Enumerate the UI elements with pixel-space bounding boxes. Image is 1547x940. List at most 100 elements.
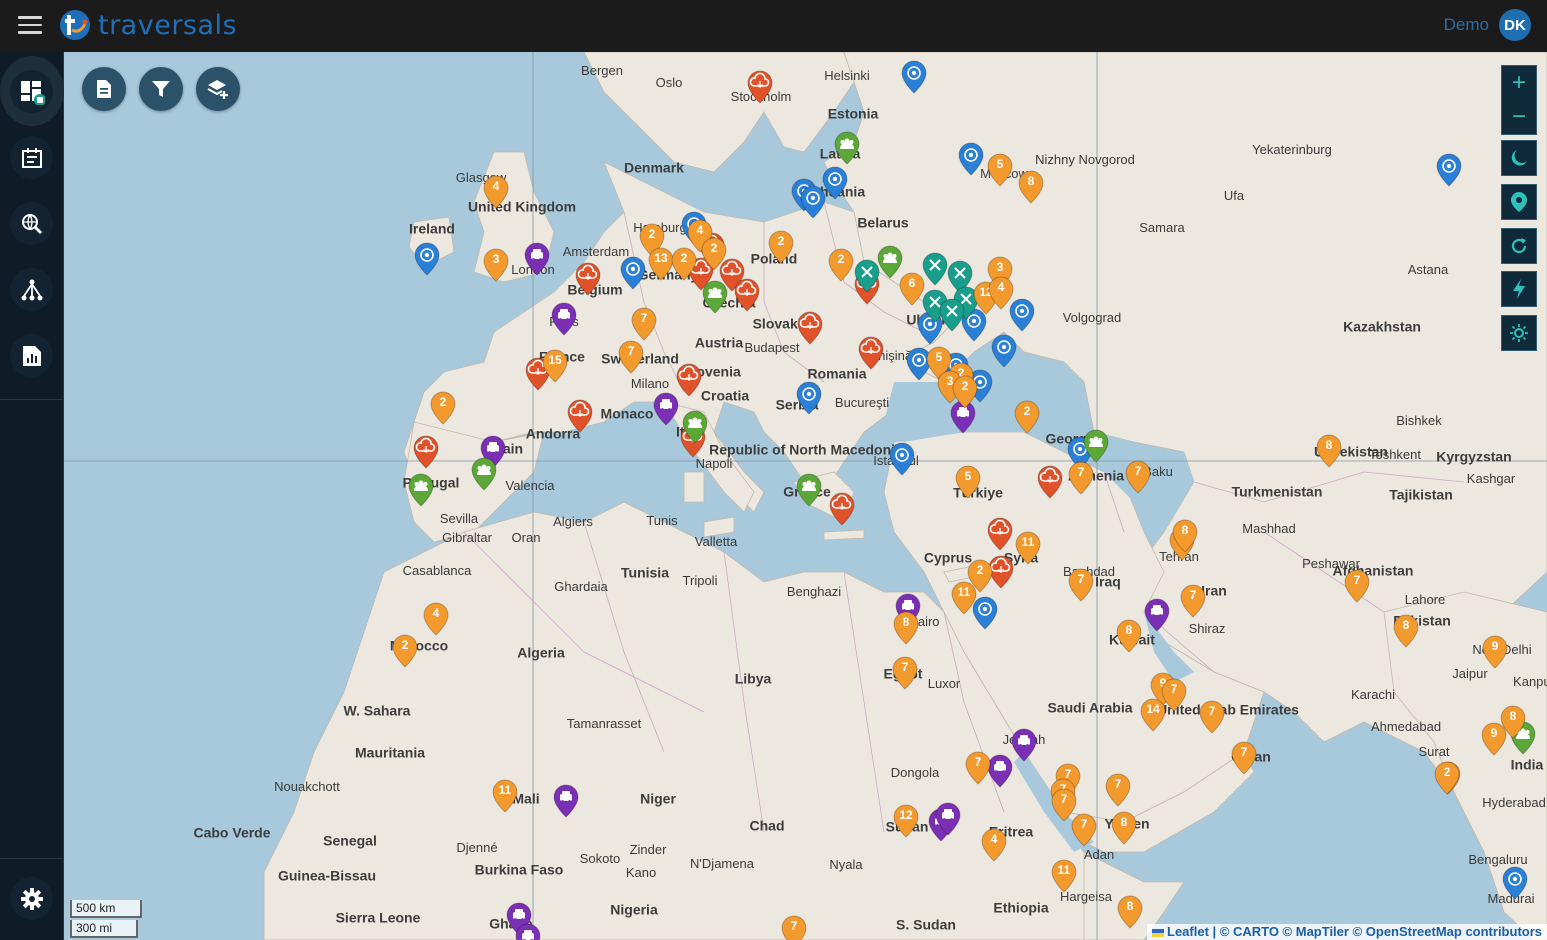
cluster-marker[interactable]: 7	[1199, 700, 1225, 734]
teal-event-marker[interactable]	[922, 252, 948, 286]
cluster-marker[interactable]: 11	[951, 581, 977, 615]
cluster-marker[interactable]: 7	[631, 307, 657, 341]
red-event-marker[interactable]	[987, 517, 1013, 551]
document-button[interactable]	[82, 67, 126, 111]
dark-mode-button[interactable]	[1502, 141, 1536, 175]
green-event-marker[interactable]	[1083, 429, 1109, 463]
blue-event-marker[interactable]	[991, 334, 1017, 368]
red-event-marker[interactable]	[1037, 465, 1063, 499]
cluster-marker[interactable]: 7	[781, 915, 807, 940]
blue-event-marker[interactable]	[414, 242, 440, 276]
cluster-marker[interactable]: 8	[893, 611, 919, 645]
cluster-marker[interactable]: 7	[1105, 773, 1131, 807]
cluster-marker[interactable]: 11	[1015, 531, 1041, 565]
cluster-marker[interactable]: 2	[1014, 400, 1040, 434]
map-view[interactable]: Bergen Oslo Stockholm Helsinki Glasgow L…	[64, 52, 1547, 940]
purple-event-marker[interactable]	[1144, 598, 1170, 632]
red-event-marker[interactable]	[413, 435, 439, 469]
menu-icon[interactable]	[18, 16, 42, 36]
blue-event-marker[interactable]	[1502, 866, 1528, 900]
zoom-out-button[interactable]: −	[1502, 100, 1536, 134]
cluster-marker[interactable]: 8	[1018, 170, 1044, 204]
filter-button[interactable]	[139, 67, 183, 111]
green-event-marker[interactable]	[408, 473, 434, 507]
cluster-marker[interactable]: 14	[1140, 698, 1166, 732]
locate-button[interactable]	[1502, 185, 1536, 219]
red-event-marker[interactable]	[734, 278, 760, 312]
red-event-marker[interactable]	[797, 311, 823, 345]
sidebar-item-network[interactable]	[10, 268, 53, 311]
sidebar-item-events[interactable]	[10, 136, 53, 179]
cluster-marker[interactable]: 8	[1117, 895, 1143, 929]
blue-event-marker[interactable]	[901, 60, 927, 94]
green-event-marker[interactable]	[834, 131, 860, 165]
red-event-marker[interactable]	[676, 363, 702, 397]
cluster-marker[interactable]: 8	[1393, 614, 1419, 648]
cluster-marker[interactable]: 5	[987, 153, 1013, 187]
teal-event-marker[interactable]	[939, 298, 965, 332]
purple-event-marker[interactable]	[1011, 728, 1037, 762]
lightning-button[interactable]	[1502, 272, 1536, 306]
cluster-marker[interactable]: 8	[1500, 705, 1526, 739]
cluster-marker[interactable]: 8	[1111, 811, 1137, 845]
blue-event-marker[interactable]	[889, 442, 915, 476]
avatar[interactable]: DK	[1499, 9, 1531, 41]
cluster-marker[interactable]: 2	[701, 237, 727, 271]
cluster-marker[interactable]: 2	[1434, 761, 1460, 795]
cluster-marker[interactable]: 2	[828, 248, 854, 282]
zoom-in-button[interactable]: +	[1502, 66, 1536, 100]
cluster-marker[interactable]: 2	[768, 230, 794, 264]
purple-event-marker[interactable]	[515, 923, 541, 940]
cluster-marker[interactable]: 7	[1068, 461, 1094, 495]
sidebar-item-dashboard[interactable]	[10, 70, 53, 113]
cluster-marker[interactable]: 7	[1125, 460, 1151, 494]
green-event-marker[interactable]	[796, 473, 822, 507]
cluster-marker[interactable]: 8	[1116, 619, 1142, 653]
red-event-marker[interactable]	[747, 70, 773, 104]
cluster-marker[interactable]: 7	[892, 656, 918, 690]
red-event-marker[interactable]	[829, 492, 855, 526]
cluster-marker[interactable]: 6	[899, 272, 925, 306]
cluster-marker[interactable]: 4	[423, 602, 449, 636]
cluster-marker[interactable]: 7	[1231, 741, 1257, 775]
cluster-marker[interactable]: 2	[952, 375, 978, 409]
cluster-marker[interactable]: 7	[1071, 813, 1097, 847]
cluster-marker[interactable]: 9	[1482, 635, 1508, 669]
cluster-marker[interactable]: 15	[542, 349, 568, 383]
purple-event-marker[interactable]	[553, 784, 579, 818]
cluster-marker[interactable]: 3	[483, 248, 509, 282]
cluster-marker[interactable]: 7	[1180, 584, 1206, 618]
cluster-marker[interactable]: 5	[955, 465, 981, 499]
light-mode-button[interactable]	[1502, 316, 1536, 350]
cluster-marker[interactable]: 11	[1051, 859, 1077, 893]
cluster-marker[interactable]: 2	[392, 634, 418, 668]
leaflet-link[interactable]: Leaflet	[1167, 924, 1209, 939]
cluster-marker[interactable]: 7	[1344, 569, 1370, 603]
teal-event-marker[interactable]	[854, 259, 880, 293]
blue-event-marker[interactable]	[1436, 153, 1462, 187]
red-event-marker[interactable]	[567, 399, 593, 433]
user-menu[interactable]: Demo DK	[1444, 9, 1531, 41]
settings-button[interactable]	[10, 877, 53, 920]
cluster-marker[interactable]: 4	[981, 828, 1007, 862]
blue-event-marker[interactable]	[958, 142, 984, 176]
cluster-marker[interactable]: 8	[1172, 519, 1198, 553]
cluster-marker[interactable]: 7	[965, 751, 991, 785]
sidebar-item-search[interactable]	[10, 202, 53, 245]
purple-event-marker[interactable]	[551, 302, 577, 336]
green-event-marker[interactable]	[702, 280, 728, 314]
add-layer-button[interactable]	[196, 67, 240, 111]
purple-event-marker[interactable]	[653, 392, 679, 426]
cluster-marker[interactable]: 7	[1068, 568, 1094, 602]
green-event-marker[interactable]	[682, 410, 708, 444]
cluster-marker[interactable]: 4	[988, 276, 1014, 310]
sidebar-item-reports[interactable]	[10, 334, 53, 377]
blue-event-marker[interactable]	[796, 381, 822, 415]
purple-event-marker[interactable]	[935, 802, 961, 836]
red-event-marker[interactable]	[575, 262, 601, 296]
blue-event-marker[interactable]	[620, 256, 646, 290]
purple-event-marker[interactable]	[524, 242, 550, 276]
green-event-marker[interactable]	[471, 457, 497, 491]
blue-event-marker[interactable]	[800, 185, 826, 219]
cluster-marker[interactable]: 7	[618, 340, 644, 374]
